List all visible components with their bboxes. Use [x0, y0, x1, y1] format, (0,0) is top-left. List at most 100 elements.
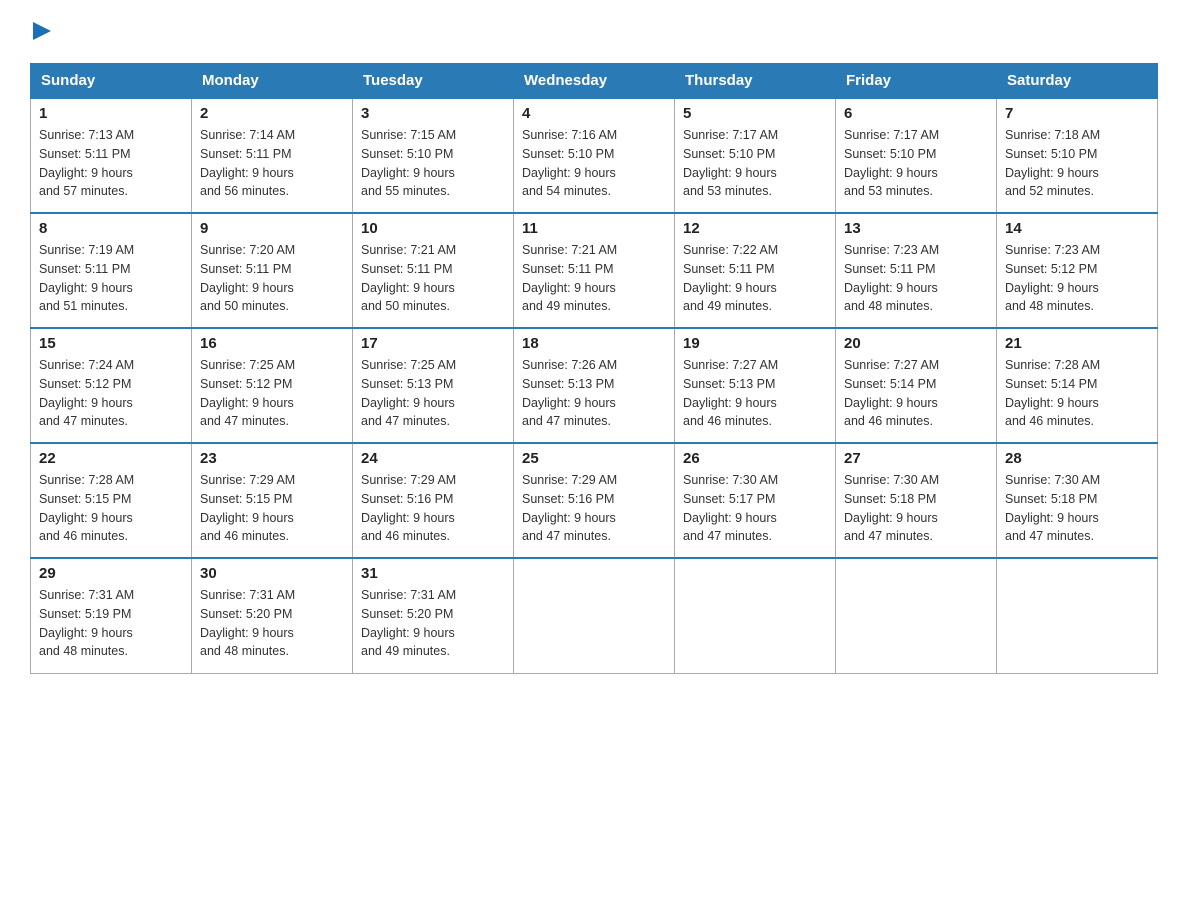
calendar-day-16: 16 Sunrise: 7:25 AM Sunset: 5:12 PM Dayl… [192, 328, 353, 443]
calendar-day-12: 12 Sunrise: 7:22 AM Sunset: 5:11 PM Dayl… [675, 213, 836, 328]
day-info: Sunrise: 7:14 AM Sunset: 5:11 PM Dayligh… [200, 126, 344, 201]
calendar-day-2: 2 Sunrise: 7:14 AM Sunset: 5:11 PM Dayli… [192, 98, 353, 213]
day-number: 22 [39, 450, 183, 467]
day-number: 1 [39, 105, 183, 122]
calendar-week-3: 15 Sunrise: 7:24 AM Sunset: 5:12 PM Dayl… [31, 328, 1158, 443]
page-header [30, 20, 1158, 45]
day-number: 15 [39, 335, 183, 352]
day-info: Sunrise: 7:21 AM Sunset: 5:11 PM Dayligh… [522, 241, 666, 316]
day-info: Sunrise: 7:22 AM Sunset: 5:11 PM Dayligh… [683, 241, 827, 316]
calendar-day-10: 10 Sunrise: 7:21 AM Sunset: 5:11 PM Dayl… [353, 213, 514, 328]
calendar-day-28: 28 Sunrise: 7:30 AM Sunset: 5:18 PM Dayl… [997, 443, 1158, 558]
calendar-day-19: 19 Sunrise: 7:27 AM Sunset: 5:13 PM Dayl… [675, 328, 836, 443]
day-info: Sunrise: 7:31 AM Sunset: 5:19 PM Dayligh… [39, 586, 183, 661]
calendar-day-3: 3 Sunrise: 7:15 AM Sunset: 5:10 PM Dayli… [353, 98, 514, 213]
day-number: 19 [683, 335, 827, 352]
calendar-day-14: 14 Sunrise: 7:23 AM Sunset: 5:12 PM Dayl… [997, 213, 1158, 328]
day-number: 30 [200, 565, 344, 582]
day-number: 11 [522, 220, 666, 237]
day-info: Sunrise: 7:30 AM Sunset: 5:18 PM Dayligh… [1005, 471, 1149, 546]
calendar-day-29: 29 Sunrise: 7:31 AM Sunset: 5:19 PM Dayl… [31, 558, 192, 673]
weekday-header-sunday: Sunday [31, 64, 192, 99]
calendar-day-6: 6 Sunrise: 7:17 AM Sunset: 5:10 PM Dayli… [836, 98, 997, 213]
day-number: 14 [1005, 220, 1149, 237]
day-number: 10 [361, 220, 505, 237]
day-info: Sunrise: 7:29 AM Sunset: 5:15 PM Dayligh… [200, 471, 344, 546]
day-info: Sunrise: 7:30 AM Sunset: 5:17 PM Dayligh… [683, 471, 827, 546]
day-number: 18 [522, 335, 666, 352]
calendar-day-13: 13 Sunrise: 7:23 AM Sunset: 5:11 PM Dayl… [836, 213, 997, 328]
day-number: 23 [200, 450, 344, 467]
calendar-day-15: 15 Sunrise: 7:24 AM Sunset: 5:12 PM Dayl… [31, 328, 192, 443]
day-number: 25 [522, 450, 666, 467]
calendar-day-17: 17 Sunrise: 7:25 AM Sunset: 5:13 PM Dayl… [353, 328, 514, 443]
day-number: 9 [200, 220, 344, 237]
day-info: Sunrise: 7:17 AM Sunset: 5:10 PM Dayligh… [683, 126, 827, 201]
calendar-day-30: 30 Sunrise: 7:31 AM Sunset: 5:20 PM Dayl… [192, 558, 353, 673]
day-info: Sunrise: 7:20 AM Sunset: 5:11 PM Dayligh… [200, 241, 344, 316]
day-info: Sunrise: 7:26 AM Sunset: 5:13 PM Dayligh… [522, 356, 666, 431]
calendar-day-9: 9 Sunrise: 7:20 AM Sunset: 5:11 PM Dayli… [192, 213, 353, 328]
day-info: Sunrise: 7:27 AM Sunset: 5:13 PM Dayligh… [683, 356, 827, 431]
day-number: 13 [844, 220, 988, 237]
day-info: Sunrise: 7:18 AM Sunset: 5:10 PM Dayligh… [1005, 126, 1149, 201]
day-number: 16 [200, 335, 344, 352]
day-number: 29 [39, 565, 183, 582]
calendar-week-4: 22 Sunrise: 7:28 AM Sunset: 5:15 PM Dayl… [31, 443, 1158, 558]
weekday-header-saturday: Saturday [997, 64, 1158, 99]
calendar-week-1: 1 Sunrise: 7:13 AM Sunset: 5:11 PM Dayli… [31, 98, 1158, 213]
day-info: Sunrise: 7:16 AM Sunset: 5:10 PM Dayligh… [522, 126, 666, 201]
day-number: 27 [844, 450, 988, 467]
day-info: Sunrise: 7:23 AM Sunset: 5:11 PM Dayligh… [844, 241, 988, 316]
calendar-day-8: 8 Sunrise: 7:19 AM Sunset: 5:11 PM Dayli… [31, 213, 192, 328]
calendar-day-26: 26 Sunrise: 7:30 AM Sunset: 5:17 PM Dayl… [675, 443, 836, 558]
calendar-day-20: 20 Sunrise: 7:27 AM Sunset: 5:14 PM Dayl… [836, 328, 997, 443]
day-info: Sunrise: 7:25 AM Sunset: 5:13 PM Dayligh… [361, 356, 505, 431]
day-info: Sunrise: 7:23 AM Sunset: 5:12 PM Dayligh… [1005, 241, 1149, 316]
logo [30, 20, 51, 45]
day-info: Sunrise: 7:24 AM Sunset: 5:12 PM Dayligh… [39, 356, 183, 431]
day-number: 20 [844, 335, 988, 352]
day-info: Sunrise: 7:13 AM Sunset: 5:11 PM Dayligh… [39, 126, 183, 201]
calendar-day-25: 25 Sunrise: 7:29 AM Sunset: 5:16 PM Dayl… [514, 443, 675, 558]
empty-cell [514, 558, 675, 673]
day-info: Sunrise: 7:27 AM Sunset: 5:14 PM Dayligh… [844, 356, 988, 431]
day-number: 24 [361, 450, 505, 467]
weekday-header-thursday: Thursday [675, 64, 836, 99]
day-number: 17 [361, 335, 505, 352]
calendar-day-7: 7 Sunrise: 7:18 AM Sunset: 5:10 PM Dayli… [997, 98, 1158, 213]
day-info: Sunrise: 7:21 AM Sunset: 5:11 PM Dayligh… [361, 241, 505, 316]
day-number: 4 [522, 105, 666, 122]
calendar-day-11: 11 Sunrise: 7:21 AM Sunset: 5:11 PM Dayl… [514, 213, 675, 328]
day-number: 3 [361, 105, 505, 122]
day-number: 31 [361, 565, 505, 582]
day-info: Sunrise: 7:29 AM Sunset: 5:16 PM Dayligh… [522, 471, 666, 546]
calendar-day-4: 4 Sunrise: 7:16 AM Sunset: 5:10 PM Dayli… [514, 98, 675, 213]
day-number: 28 [1005, 450, 1149, 467]
day-number: 12 [683, 220, 827, 237]
day-info: Sunrise: 7:31 AM Sunset: 5:20 PM Dayligh… [361, 586, 505, 661]
weekday-header-friday: Friday [836, 64, 997, 99]
day-info: Sunrise: 7:15 AM Sunset: 5:10 PM Dayligh… [361, 126, 505, 201]
calendar-week-2: 8 Sunrise: 7:19 AM Sunset: 5:11 PM Dayli… [31, 213, 1158, 328]
day-info: Sunrise: 7:29 AM Sunset: 5:16 PM Dayligh… [361, 471, 505, 546]
empty-cell [836, 558, 997, 673]
calendar-day-31: 31 Sunrise: 7:31 AM Sunset: 5:20 PM Dayl… [353, 558, 514, 673]
calendar-day-27: 27 Sunrise: 7:30 AM Sunset: 5:18 PM Dayl… [836, 443, 997, 558]
weekday-header-tuesday: Tuesday [353, 64, 514, 99]
day-info: Sunrise: 7:17 AM Sunset: 5:10 PM Dayligh… [844, 126, 988, 201]
day-info: Sunrise: 7:19 AM Sunset: 5:11 PM Dayligh… [39, 241, 183, 316]
calendar-table: SundayMondayTuesdayWednesdayThursdayFrid… [30, 63, 1158, 674]
day-number: 2 [200, 105, 344, 122]
calendar-day-21: 21 Sunrise: 7:28 AM Sunset: 5:14 PM Dayl… [997, 328, 1158, 443]
weekday-header-row: SundayMondayTuesdayWednesdayThursdayFrid… [31, 64, 1158, 99]
calendar-day-1: 1 Sunrise: 7:13 AM Sunset: 5:11 PM Dayli… [31, 98, 192, 213]
calendar-day-5: 5 Sunrise: 7:17 AM Sunset: 5:10 PM Dayli… [675, 98, 836, 213]
day-number: 6 [844, 105, 988, 122]
empty-cell [997, 558, 1158, 673]
calendar-day-18: 18 Sunrise: 7:26 AM Sunset: 5:13 PM Dayl… [514, 328, 675, 443]
day-number: 7 [1005, 105, 1149, 122]
day-info: Sunrise: 7:28 AM Sunset: 5:14 PM Dayligh… [1005, 356, 1149, 431]
calendar-day-24: 24 Sunrise: 7:29 AM Sunset: 5:16 PM Dayl… [353, 443, 514, 558]
day-number: 5 [683, 105, 827, 122]
